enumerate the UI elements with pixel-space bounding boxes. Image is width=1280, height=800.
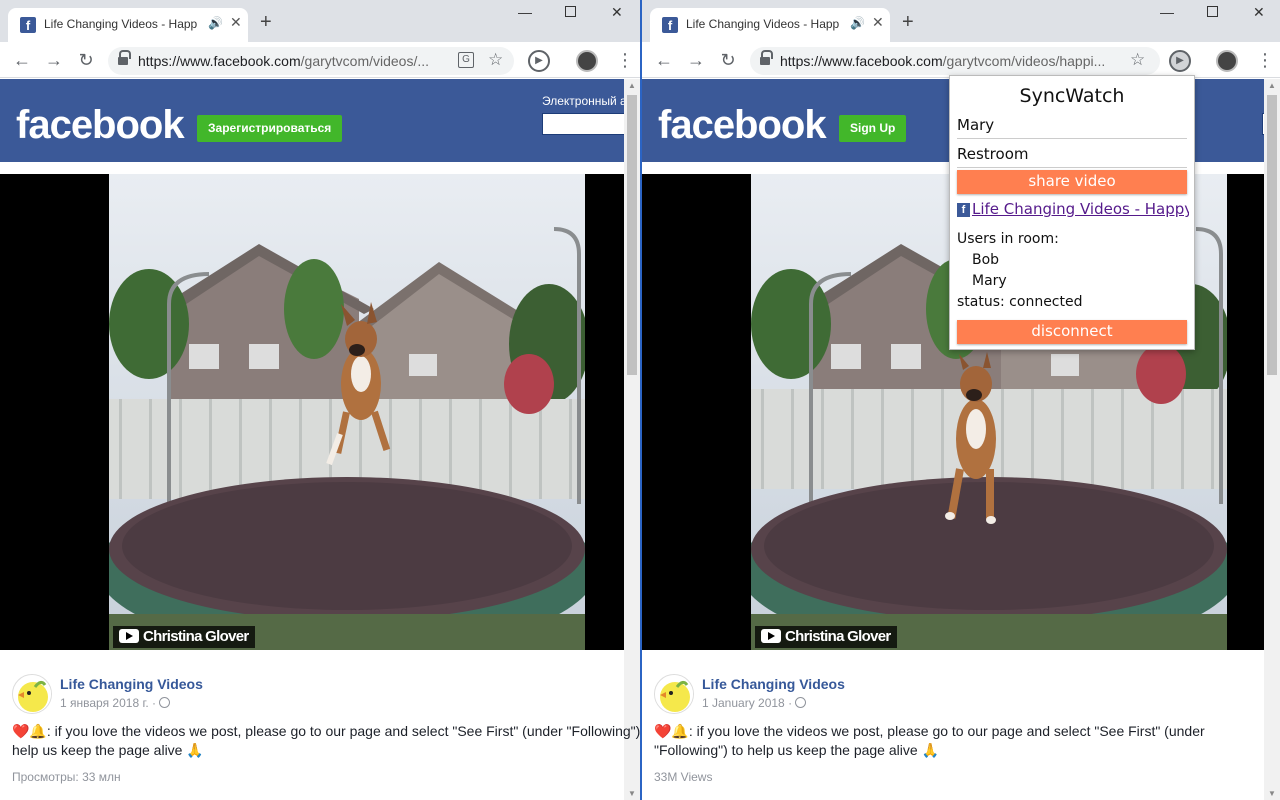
share-video-button[interactable]: share video <box>957 170 1187 194</box>
new-tab-icon[interactable]: + <box>902 12 914 32</box>
maximize-icon[interactable] <box>565 6 576 17</box>
profile-avatar-icon[interactable] <box>1216 50 1238 72</box>
scrollbar-thumb[interactable] <box>627 95 637 375</box>
scroll-up-icon[interactable]: ▲ <box>627 81 637 90</box>
bird-icon <box>13 675 51 713</box>
room-field[interactable]: Restroom <box>957 142 1187 168</box>
room-user: Mary <box>972 273 1007 289</box>
syncwatch-extension-icon[interactable]: ▶ <box>528 50 550 72</box>
video-post: Life Changing Videos 1 January 2018 · ❤️… <box>642 662 1280 800</box>
globe-icon <box>159 697 171 708</box>
lock-icon <box>760 50 773 65</box>
youtube-credit-badge: Christina Glover <box>755 626 897 648</box>
tab-title: Life Changing Videos - Happ <box>686 17 840 31</box>
page-name[interactable]: Life Changing Videos <box>60 676 203 692</box>
menu-kebab-icon[interactable]: ⋮ <box>1256 48 1274 72</box>
translate-icon[interactable]: G <box>458 52 474 68</box>
tab-facebook[interactable]: f Life Changing Videos - Happ 🔊 ✕ <box>8 8 248 42</box>
facebook-logo[interactable]: facebook <box>16 103 185 148</box>
forward-icon[interactable]: → <box>684 48 708 72</box>
tab-close-icon[interactable]: ✕ <box>872 14 884 31</box>
reload-icon[interactable]: ↻ <box>716 48 740 72</box>
video-post: Life Changing Videos 1 января 2018 г. · … <box>0 662 640 800</box>
tab-close-icon[interactable]: ✕ <box>230 14 242 31</box>
facebook-logo[interactable]: facebook <box>658 103 827 148</box>
post-date[interactable]: 1 января 2018 г. · <box>60 696 171 710</box>
tab-strip: f Life Changing Videos - Happ 🔊 ✕ + — ✕ <box>0 0 640 42</box>
scrollbar-thumb[interactable] <box>1267 95 1277 375</box>
facebook-header: facebook Зарегистрироваться Электронный … <box>0 79 640 162</box>
audio-playing-icon[interactable]: 🔊 <box>850 16 865 30</box>
browser-toolbar: ← → ↻ https://www.facebook.com/garytvcom… <box>642 42 1280 78</box>
video-frame[interactable]: Christina Glover <box>109 174 585 650</box>
post-date[interactable]: 1 January 2018 · <box>702 696 807 710</box>
tab-title: Life Changing Videos - Happ <box>44 17 198 31</box>
syncwatch-popup: SyncWatch Mary Restroom share video f Lif… <box>949 75 1195 350</box>
close-window-icon[interactable]: ✕ <box>611 4 623 21</box>
browser-toolbar: ← → ↻ https://www.facebook.com/garytvcom… <box>0 42 640 78</box>
profile-avatar-icon[interactable] <box>576 50 598 72</box>
url-text: https://www.facebook.com/garytvcom/video… <box>780 53 1106 69</box>
audio-playing-icon[interactable]: 🔊 <box>208 16 223 30</box>
youtube-play-icon <box>761 629 781 643</box>
connection-status: status: connected <box>957 294 1083 310</box>
facebook-favicon-icon: f <box>20 17 36 33</box>
youtube-play-icon <box>119 629 139 643</box>
browser-window-left: f Life Changing Videos - Happ 🔊 ✕ + — ✕ … <box>0 0 640 800</box>
forward-icon[interactable]: → <box>42 48 66 72</box>
address-bar[interactable]: https://www.facebook.com/garytvcom/video… <box>108 47 514 75</box>
scroll-up-icon[interactable]: ▲ <box>1267 81 1277 90</box>
facebook-icon: f <box>957 203 970 217</box>
menu-kebab-icon[interactable]: ⋮ <box>616 48 634 72</box>
lock-icon <box>118 50 131 65</box>
disconnect-button[interactable]: disconnect <box>957 320 1187 344</box>
bird-icon <box>655 675 693 713</box>
dog-trampoline-video-image <box>109 174 585 650</box>
bookmark-star-icon[interactable]: ☆ <box>488 50 503 70</box>
users-in-room-label: Users in room: <box>957 231 1059 247</box>
post-text: ❤️🔔: if you love the videos we post, ple… <box>654 723 1205 758</box>
url-text: https://www.facebook.com/garytvcom/video… <box>138 53 430 69</box>
bookmark-star-icon[interactable]: ☆ <box>1130 50 1145 70</box>
tab-strip: f Life Changing Videos - Happ 🔊 ✕ + — ✕ <box>642 0 1280 42</box>
facebook-favicon-icon: f <box>662 17 678 33</box>
reload-icon[interactable]: ↻ <box>74 48 98 72</box>
shared-video-link[interactable]: f Life Changing Videos - Happy... <box>957 200 1189 218</box>
video-player[interactable]: Christina Glover <box>0 174 624 650</box>
close-window-icon[interactable]: ✕ <box>1253 4 1265 21</box>
view-count: 33M Views <box>654 770 713 784</box>
back-icon[interactable]: ← <box>652 48 676 72</box>
email-label: Электронный а <box>542 94 627 108</box>
youtube-credit-badge: Christina Glover <box>113 626 255 648</box>
room-user: Bob <box>972 252 1000 268</box>
popup-title: SyncWatch <box>1019 85 1125 107</box>
address-bar[interactable]: https://www.facebook.com/garytvcom/video… <box>750 47 1160 75</box>
syncwatch-extension-icon[interactable]: ▶ <box>1169 50 1191 72</box>
minimize-icon[interactable]: — <box>1160 4 1174 20</box>
maximize-icon[interactable] <box>1207 6 1218 17</box>
back-icon[interactable]: ← <box>10 48 34 72</box>
signup-button[interactable]: Зарегистрироваться <box>197 115 343 142</box>
tab-facebook[interactable]: f Life Changing Videos - Happ 🔊 ✕ <box>650 8 890 42</box>
globe-icon <box>795 697 807 708</box>
page-avatar[interactable] <box>12 674 52 714</box>
page-name[interactable]: Life Changing Videos <box>702 676 845 692</box>
signup-button[interactable]: Sign Up <box>839 115 907 142</box>
new-tab-icon[interactable]: + <box>260 12 272 32</box>
post-text: ❤️🔔: if you love the videos we post, ple… <box>12 723 640 758</box>
username-field[interactable]: Mary <box>957 113 1187 139</box>
minimize-icon[interactable]: — <box>518 4 532 20</box>
view-count: Просмотры: 33 млн <box>12 770 121 784</box>
page-avatar[interactable] <box>654 674 694 714</box>
